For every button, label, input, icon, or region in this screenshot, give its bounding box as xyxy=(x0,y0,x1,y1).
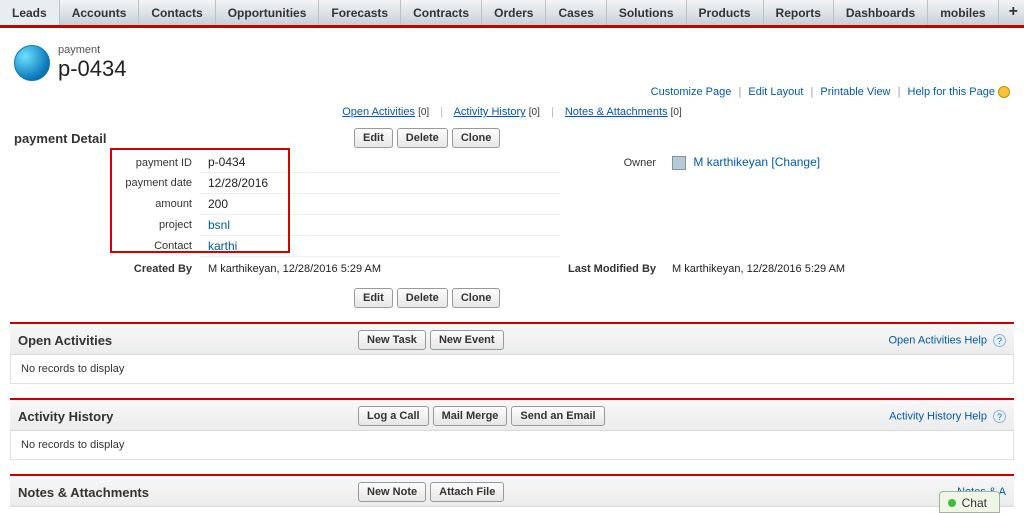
help-page-link[interactable]: Help for this Page xyxy=(908,86,995,98)
nav-orders[interactable]: Orders xyxy=(482,0,546,25)
nav-accounts[interactable]: Accounts xyxy=(60,0,140,25)
page-action-links: Customize Page | Edit Layout | Printable… xyxy=(10,86,1010,98)
nav-forecasts[interactable]: Forecasts xyxy=(319,0,401,25)
amount-label: amount xyxy=(10,194,200,215)
customize-page-link[interactable]: Customize Page xyxy=(651,86,732,98)
contact-link[interactable]: karthi xyxy=(208,239,237,253)
rl-notes-title: Notes & Attachments xyxy=(18,485,358,500)
rl-open-activities-body: No records to display xyxy=(10,355,1014,384)
open-activities-help-link[interactable]: Open Activities Help xyxy=(889,334,987,346)
help-question-icon: ? xyxy=(993,410,1006,423)
nav-cases[interactable]: Cases xyxy=(546,0,606,25)
rl-activity-history-body: No records to display xyxy=(10,431,1014,460)
nav-leads[interactable]: Leads xyxy=(0,0,60,25)
contact-value: karthi xyxy=(200,236,560,257)
detail-section-head: payment Detail Edit Delete Clone xyxy=(14,128,1014,148)
send-an-email-button[interactable]: Send an Email xyxy=(511,406,604,426)
chat-label: Chat xyxy=(962,496,987,510)
owner-change-link[interactable]: [Change] xyxy=(771,155,820,169)
nav-dashboards[interactable]: Dashboards xyxy=(834,0,928,25)
rl-activity-history: Activity History Log a Call Mail Merge S… xyxy=(10,398,1014,460)
delete-button-bottom[interactable]: Delete xyxy=(397,288,448,308)
activity-history-help-link[interactable]: Activity History Help xyxy=(889,410,987,422)
log-a-call-button[interactable]: Log a Call xyxy=(358,406,429,426)
rl-open-activities-title: Open Activities xyxy=(18,333,358,348)
new-task-button[interactable]: New Task xyxy=(358,330,426,350)
rel-link-activity-history[interactable]: Activity History xyxy=(454,106,526,118)
owner-value[interactable]: M karthikeyan xyxy=(693,155,768,169)
new-note-button[interactable]: New Note xyxy=(358,482,426,502)
nav-contracts[interactable]: Contracts xyxy=(401,0,482,25)
related-list-links: Open Activities [0] | Activity History [… xyxy=(10,106,1014,118)
clone-button-bottom[interactable]: Clone xyxy=(452,288,501,308)
object-label: payment xyxy=(58,44,127,56)
contact-label: Contact xyxy=(10,236,200,257)
detail-section-title: payment Detail xyxy=(14,131,354,146)
help-icon xyxy=(998,86,1010,98)
rl-notes-attachments: Notes & Attachments New Note Attach File… xyxy=(10,474,1014,507)
new-event-button[interactable]: New Event xyxy=(430,330,504,350)
clone-button[interactable]: Clone xyxy=(452,128,501,148)
payment-date-label: payment date xyxy=(10,173,200,194)
help-question-icon: ? xyxy=(993,334,1006,347)
page-header: payment p-0434 xyxy=(14,44,1014,82)
rel-count-open-activities: [0] xyxy=(418,107,429,118)
created-by-value: M karthikeyan, 12/28/2016 5:29 AM xyxy=(200,257,560,279)
payment-id-value: p-0434 xyxy=(200,152,560,173)
detail-bottom-buttons: . Edit Delete Clone xyxy=(14,288,1014,308)
rel-link-open-activities[interactable]: Open Activities xyxy=(342,106,415,118)
project-value: bsnl xyxy=(200,215,560,236)
payment-date-value: 12/28/2016 xyxy=(200,173,560,194)
object-icon xyxy=(14,45,50,81)
edit-button[interactable]: Edit xyxy=(354,128,393,148)
rel-count-notes: [0] xyxy=(671,107,682,118)
last-modified-by-label: Last Modified By xyxy=(560,257,664,279)
created-by-label: Created By xyxy=(10,257,200,279)
printable-view-link[interactable]: Printable View xyxy=(820,86,890,98)
payment-id-label: payment ID xyxy=(10,152,200,173)
project-link[interactable]: bsnl xyxy=(208,218,230,232)
record-name: p-0434 xyxy=(58,56,127,82)
chat-widget[interactable]: Chat xyxy=(939,491,1000,513)
nav-reports[interactable]: Reports xyxy=(764,0,834,25)
edit-layout-link[interactable]: Edit Layout xyxy=(748,86,803,98)
rl-open-activities: Open Activities New Task New Event Open … xyxy=(10,322,1014,384)
last-modified-by-value: M karthikeyan, 12/28/2016 5:29 AM xyxy=(664,257,1014,279)
attach-file-button[interactable]: Attach File xyxy=(430,482,504,502)
rel-count-activity-history: [0] xyxy=(529,107,540,118)
status-dot-icon xyxy=(948,499,956,507)
user-icon xyxy=(672,156,686,170)
nav-mobiles[interactable]: mobiles xyxy=(928,0,998,25)
nav-opportunities[interactable]: Opportunities xyxy=(216,0,320,25)
project-label: project xyxy=(10,215,200,236)
delete-button[interactable]: Delete xyxy=(397,128,448,148)
nav-products[interactable]: Products xyxy=(687,0,764,25)
owner-label: Owner xyxy=(560,152,664,173)
rl-activity-history-title: Activity History xyxy=(18,409,358,424)
mail-merge-button[interactable]: Mail Merge xyxy=(433,406,508,426)
edit-button-bottom[interactable]: Edit xyxy=(354,288,393,308)
nav-solutions[interactable]: Solutions xyxy=(607,0,687,25)
nav-add-tab[interactable]: + xyxy=(999,0,1024,25)
detail-body: payment ID p-0434 Owner M karthikeyan [C… xyxy=(10,152,1014,278)
nav-contacts[interactable]: Contacts xyxy=(139,0,215,25)
top-nav: Leads Accounts Contacts Opportunities Fo… xyxy=(0,0,1024,28)
amount-value: 200 xyxy=(200,194,560,215)
rel-link-notes[interactable]: Notes & Attachments xyxy=(565,106,668,118)
